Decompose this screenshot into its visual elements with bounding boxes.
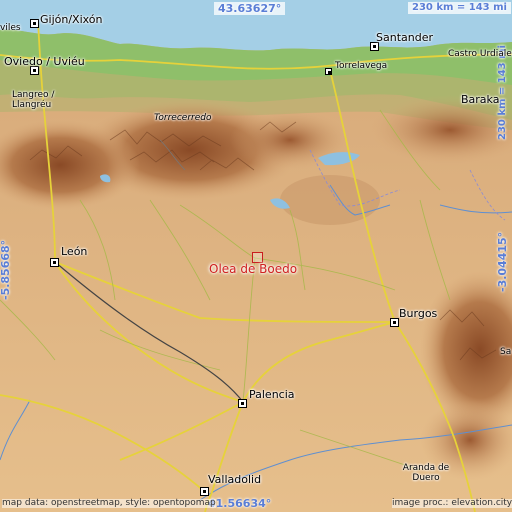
gijon-marker[interactable] bbox=[30, 19, 39, 28]
attribution-right: image proc.: elevation.city bbox=[392, 498, 512, 508]
right-longitude-label: -3.04415° bbox=[496, 231, 509, 292]
aranda-label: Aranda de Duero bbox=[402, 463, 450, 484]
baraka-label: Baraka bbox=[461, 93, 500, 106]
leon-marker[interactable] bbox=[50, 258, 59, 267]
torrelavega-label: Torrelavega bbox=[335, 61, 388, 71]
langreo-label: Langreo / Llangréu bbox=[12, 90, 55, 110]
gijon-label: Gijón/Xixón bbox=[40, 13, 103, 26]
palencia-marker[interactable] bbox=[238, 399, 247, 408]
burgos-marker[interactable] bbox=[390, 318, 399, 327]
valladolid-label: Valladolid bbox=[208, 473, 262, 486]
leon-label: León bbox=[61, 245, 88, 258]
santander-label: Santander bbox=[376, 31, 433, 44]
left-longitude-label: -5.85668° bbox=[0, 239, 12, 300]
palencia-label: Palencia bbox=[249, 388, 295, 401]
torrelavega-marker[interactable] bbox=[325, 68, 332, 75]
torrecerredo-label: Torrecerredo bbox=[154, 113, 212, 123]
aviles-label: viles bbox=[0, 23, 21, 33]
top-latitude-label: 43.63627° bbox=[214, 2, 286, 15]
bottom-latitude-label: 41.56634° bbox=[208, 497, 272, 510]
attribution-left: map data: openstreetmap, style: opentopo… bbox=[2, 498, 216, 508]
castro-label: Castro Urdiales bbox=[448, 49, 512, 59]
olea-de-boedo-label: Olea de Boedo bbox=[209, 262, 298, 276]
scale-label-vertical: 230 km = 143 mi bbox=[497, 45, 508, 140]
valladolid-marker[interactable] bbox=[200, 487, 209, 496]
scale-label: 230 km = 143 mi bbox=[408, 2, 511, 14]
sa-label: Sa bbox=[500, 347, 512, 357]
burgos-label: Burgos bbox=[399, 307, 438, 320]
oviedo-label: Oviedo / Uviéu bbox=[4, 55, 85, 68]
